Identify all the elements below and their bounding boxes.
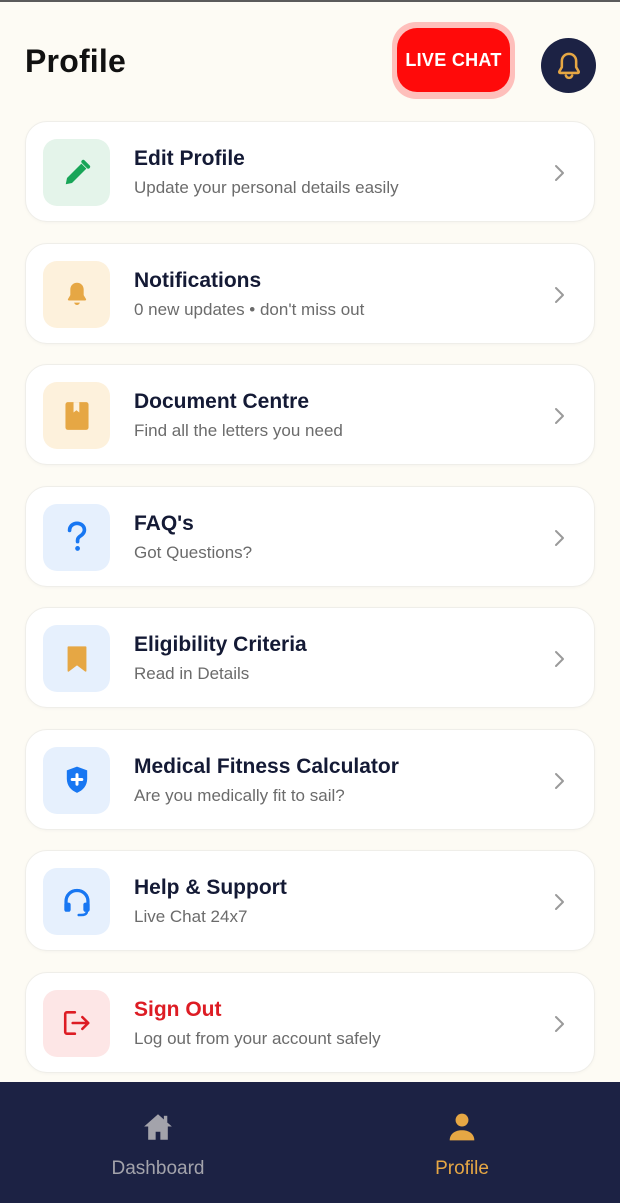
notifications-button[interactable] xyxy=(541,38,596,93)
logout-icon xyxy=(63,1010,90,1035)
menu-item-subtitle: Update your personal details easily xyxy=(134,178,399,197)
book-icon xyxy=(64,401,89,430)
page-title: Profile xyxy=(25,43,126,79)
icon-tile xyxy=(43,625,110,692)
menu-item-eligibility-criteria[interactable]: Eligibility Criteria Read in Details xyxy=(25,607,595,708)
menu-item-subtitle: Are you medically fit to sail? xyxy=(134,785,345,805)
menu-item-title: Sign Out xyxy=(134,997,222,1021)
menu-item-title: Help & Support xyxy=(134,876,287,899)
nav-tab-profile[interactable]: Profile xyxy=(307,1082,617,1203)
menu-item-subtitle: Got Questions? xyxy=(134,542,253,562)
chevron-right-icon xyxy=(555,529,564,546)
icon-tile xyxy=(43,503,110,571)
chevron-right-icon xyxy=(555,651,564,667)
user-icon xyxy=(449,1113,475,1141)
icon-tile xyxy=(43,989,110,1057)
menu-item-title: Eligibility Criteria xyxy=(134,633,307,656)
bookmark-icon xyxy=(67,645,86,672)
icon-tile xyxy=(43,868,110,935)
profile-menu: Edit Profile Update your personal detail… xyxy=(25,121,595,1093)
icon-tile xyxy=(43,746,110,814)
home-icon xyxy=(144,1114,172,1140)
nav-label: Dashboard xyxy=(111,1158,205,1179)
headset-icon xyxy=(63,888,90,916)
menu-item-document-centre[interactable]: Document Centre Find all the letters you… xyxy=(25,364,595,465)
menu-item-subtitle: 0 new updates • don't miss out xyxy=(134,299,365,319)
menu-item-subtitle: Find all the letters you need xyxy=(134,421,343,440)
menu-item-title: Notifications xyxy=(134,268,262,292)
chevron-right-icon xyxy=(555,286,564,303)
menu-item-title: Edit Profile xyxy=(134,147,245,170)
menu-item-notifications[interactable]: Notifications 0 new updates • don't miss… xyxy=(25,242,595,344)
question-icon xyxy=(67,521,86,551)
icon-tile xyxy=(43,382,110,449)
shield-plus-icon xyxy=(66,766,87,793)
profile-screen: Profile LIVE CHAT Edit Profile Update yo… xyxy=(0,0,620,1203)
menu-item-subtitle: Log out from your account safely xyxy=(134,1028,381,1048)
chevron-right-icon xyxy=(555,408,564,424)
nav-tab-dashboard[interactable]: Dashboard xyxy=(3,1082,313,1203)
icon-tile xyxy=(43,139,110,206)
status-divider xyxy=(0,0,620,2)
chevron-right-icon xyxy=(555,1015,564,1032)
menu-item-edit-profile[interactable]: Edit Profile Update your personal detail… xyxy=(25,121,595,222)
live-chat-button[interactable]: LIVE CHAT xyxy=(397,28,510,92)
icon-tile xyxy=(43,260,110,328)
chevron-right-icon xyxy=(555,894,564,910)
menu-item-faqs[interactable]: FAQ's Got Questions? xyxy=(25,485,595,587)
bell-icon xyxy=(67,282,86,305)
menu-item-title: FAQ's xyxy=(134,511,194,535)
bell-icon xyxy=(557,52,580,79)
header: Profile LIVE CHAT xyxy=(0,20,620,104)
menu-item-sign-out[interactable]: Sign Out Log out from your account safel… xyxy=(25,971,595,1073)
chevron-right-icon xyxy=(555,772,564,789)
menu-item-title: Document Centre xyxy=(134,390,310,413)
menu-item-subtitle: Read in Details xyxy=(134,664,250,683)
menu-item-title: Medical Fitness Calculator xyxy=(134,754,399,778)
chevron-right-icon xyxy=(555,165,564,181)
menu-item-medical-fitness-calculator[interactable]: Medical Fitness Calculator Are you medic… xyxy=(25,728,595,830)
bottom-nav: Dashboard Profile xyxy=(0,1082,620,1203)
menu-item-help-support[interactable]: Help & Support Live Chat 24x7 xyxy=(25,850,595,951)
pencil-icon xyxy=(65,159,90,184)
nav-label: Profile xyxy=(435,1158,489,1179)
menu-item-subtitle: Live Chat 24x7 xyxy=(134,907,248,926)
